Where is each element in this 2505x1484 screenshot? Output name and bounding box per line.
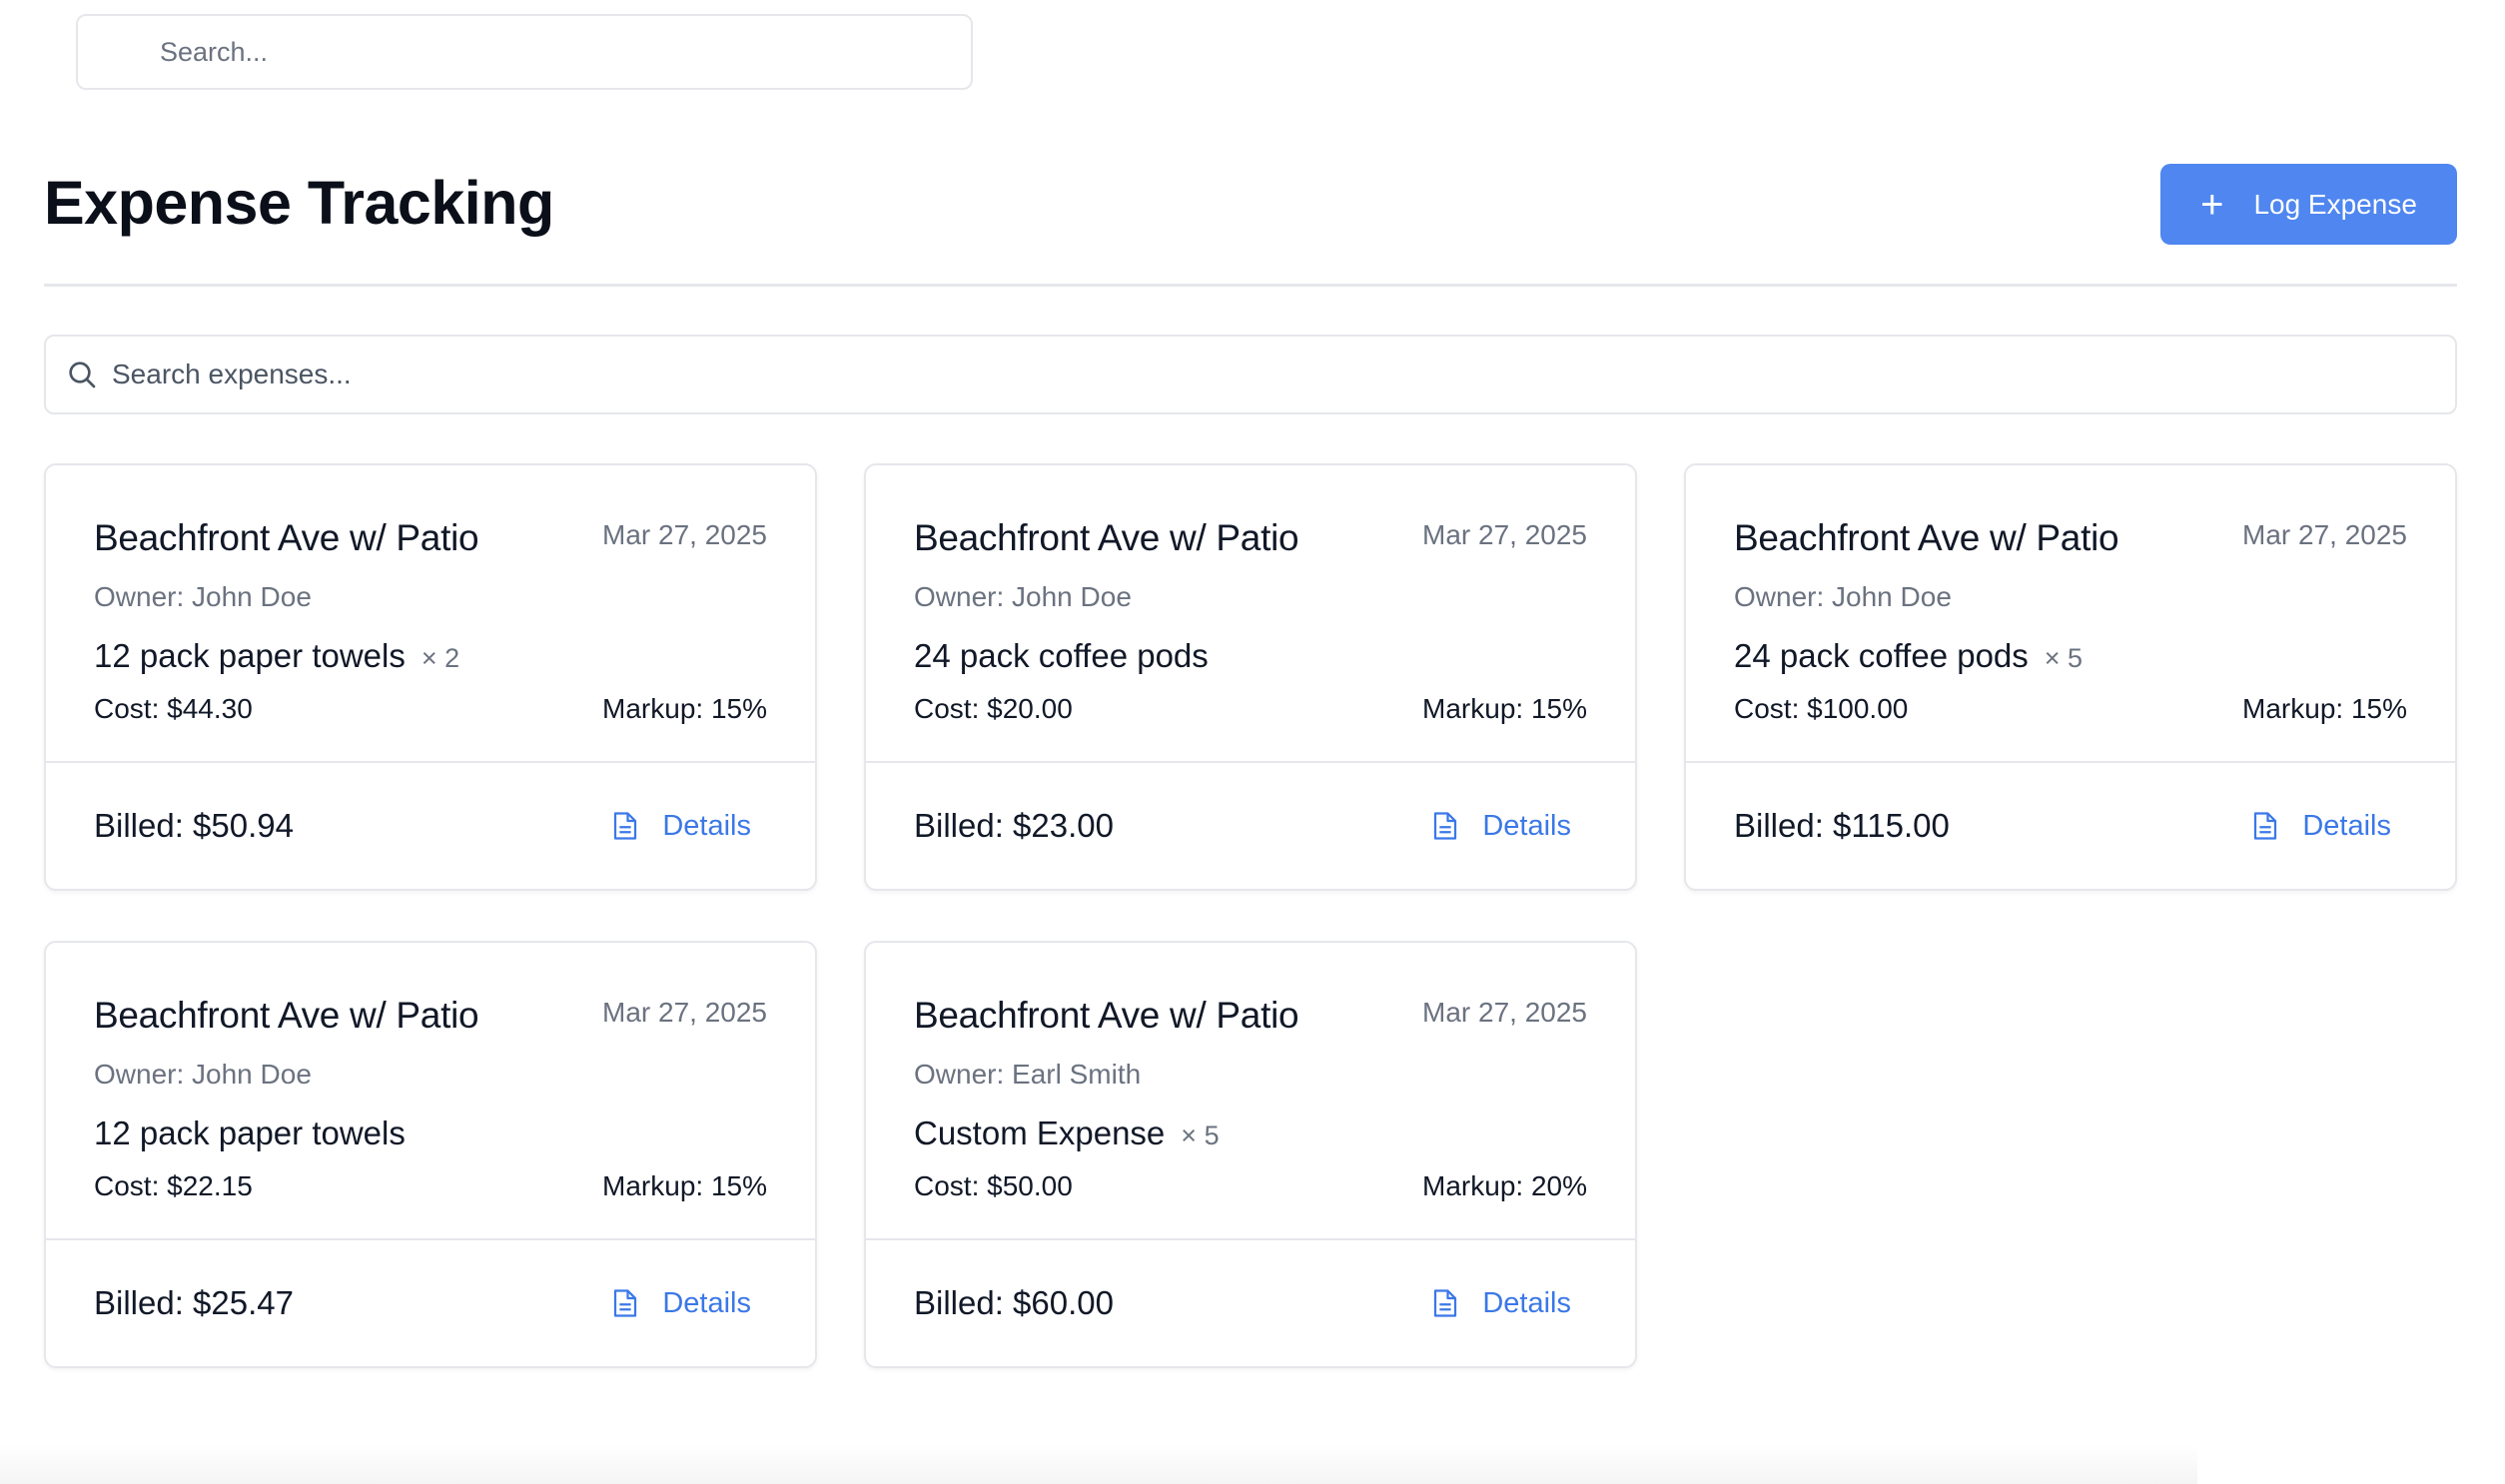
document-icon <box>1434 812 1457 840</box>
expense-card-body: Beachfront Ave w/ Patio Mar 27, 2025 Own… <box>46 943 815 1238</box>
cost-markup-row: Cost: $22.15 Markup: 15% <box>94 1170 767 1202</box>
details-link[interactable]: Details <box>612 1287 751 1320</box>
expense-item: 12 pack paper towels × 2 <box>94 637 767 675</box>
item-quantity: × 5 <box>2044 643 2084 673</box>
expense-item: Custom Expense × 5 <box>914 1114 1587 1152</box>
billed-amount: Billed: $25.47 <box>94 1284 294 1321</box>
expense-card-body: Beachfront Ave w/ Patio Mar 27, 2025 Own… <box>866 943 1635 1238</box>
details-label: Details <box>2302 809 2391 842</box>
expense-card: Beachfront Ave w/ Patio Mar 27, 2025 Own… <box>44 941 817 1368</box>
cost-value: Cost: $50.00 <box>914 1170 1073 1201</box>
expense-item: 12 pack paper towels <box>94 1114 767 1152</box>
item-name: Custom Expense <box>914 1114 1166 1151</box>
header-divider <box>44 284 2457 287</box>
expense-date: Mar 27, 2025 <box>2242 519 2407 550</box>
owner-name: Owner: John Doe <box>914 581 1132 612</box>
details-link[interactable]: Details <box>1432 810 1571 843</box>
markup-value: Markup: 15% <box>1422 693 1587 724</box>
billed-amount: Billed: $60.00 <box>914 1284 1114 1321</box>
expense-card: Beachfront Ave w/ Patio Mar 27, 2025 Own… <box>44 463 817 891</box>
billed-amount: Billed: $115.00 <box>1734 807 1950 844</box>
expense-card-footer: Billed: $60.00 Details <box>866 1238 1635 1366</box>
global-search <box>76 14 973 90</box>
item-quantity: × 5 <box>1181 1120 1220 1150</box>
billed-amount: Billed: $50.94 <box>94 807 294 844</box>
expense-card-body: Beachfront Ave w/ Patio Mar 27, 2025 Own… <box>46 465 815 761</box>
cost-value: Cost: $100.00 <box>1734 693 1909 724</box>
item-name: 12 pack paper towels <box>94 637 406 674</box>
details-link[interactable]: Details <box>2252 810 2391 843</box>
billed-amount: Billed: $23.00 <box>914 807 1114 844</box>
document-icon <box>2254 812 2277 840</box>
details-label: Details <box>1482 1286 1571 1319</box>
expense-card: Beachfront Ave w/ Patio Mar 27, 2025 Own… <box>864 941 1637 1368</box>
details-label: Details <box>662 809 751 842</box>
cost-value: Cost: $22.15 <box>94 1170 253 1201</box>
expense-card-body: Beachfront Ave w/ Patio Mar 27, 2025 Own… <box>866 465 1635 761</box>
cost-markup-row: Cost: $100.00 Markup: 15% <box>1734 693 2407 725</box>
expense-date: Mar 27, 2025 <box>1422 519 1587 550</box>
details-label: Details <box>662 1286 751 1319</box>
cost-value: Cost: $44.30 <box>94 693 253 724</box>
expense-item: 24 pack coffee pods <box>914 637 1587 675</box>
expense-card-footer: Billed: $50.94 Details <box>46 761 815 889</box>
expense-date: Mar 27, 2025 <box>602 997 767 1028</box>
plus-icon: + <box>2200 182 2224 227</box>
owner-name: Owner: John Doe <box>1734 581 1952 612</box>
item-name: 24 pack coffee pods <box>914 637 1209 674</box>
expense-search-input[interactable] <box>46 337 2455 412</box>
markup-value: Markup: 15% <box>2242 693 2407 724</box>
details-link[interactable]: Details <box>612 810 751 843</box>
expense-item: 24 pack coffee pods × 5 <box>1734 637 2407 675</box>
expense-card: Beachfront Ave w/ Patio Mar 27, 2025 Own… <box>864 463 1637 891</box>
expense-card-footer: Billed: $23.00 Details <box>866 761 1635 889</box>
expense-card: Beachfront Ave w/ Patio Mar 27, 2025 Own… <box>1684 463 2457 891</box>
expense-date: Mar 27, 2025 <box>1422 997 1587 1028</box>
log-expense-button[interactable]: + Log Expense <box>2160 164 2457 245</box>
cost-markup-row: Cost: $20.00 Markup: 15% <box>914 693 1587 725</box>
owner-name: Owner: Earl Smith <box>914 1059 1142 1090</box>
cost-value: Cost: $20.00 <box>914 693 1073 724</box>
search-icon <box>69 362 96 388</box>
item-name: 24 pack coffee pods <box>1734 637 2029 674</box>
cost-markup-row: Cost: $44.30 Markup: 15% <box>94 693 767 725</box>
expense-date: Mar 27, 2025 <box>602 519 767 550</box>
expense-card-footer: Billed: $115.00 Details <box>1686 761 2455 889</box>
owner-name: Owner: John Doe <box>94 581 312 612</box>
markup-value: Markup: 20% <box>1422 1170 1587 1201</box>
expense-card-body: Beachfront Ave w/ Patio Mar 27, 2025 Own… <box>1686 465 2455 761</box>
owner-name: Owner: John Doe <box>94 1059 312 1090</box>
details-label: Details <box>1482 809 1571 842</box>
bottom-scroll-fade <box>0 1444 2197 1484</box>
global-search-input[interactable] <box>78 16 971 88</box>
item-name: 12 pack paper towels <box>94 1114 406 1151</box>
cost-markup-row: Cost: $50.00 Markup: 20% <box>914 1170 1587 1202</box>
expense-card-footer: Billed: $25.47 Details <box>46 1238 815 1366</box>
expense-tracking-page: Expense Tracking + Log Expense Beachfron… <box>0 0 2505 1484</box>
document-icon <box>614 812 637 840</box>
markup-value: Markup: 15% <box>602 1170 767 1201</box>
markup-value: Markup: 15% <box>602 693 767 724</box>
expense-card-grid: Beachfront Ave w/ Patio Mar 27, 2025 Own… <box>44 463 2457 1368</box>
details-link[interactable]: Details <box>1432 1287 1571 1320</box>
log-expense-label: Log Expense <box>2253 188 2417 220</box>
page-title: Expense Tracking <box>44 169 554 237</box>
document-icon <box>1434 1289 1457 1317</box>
item-quantity: × 2 <box>420 643 460 673</box>
document-icon <box>614 1289 637 1317</box>
expense-search <box>44 335 2457 414</box>
